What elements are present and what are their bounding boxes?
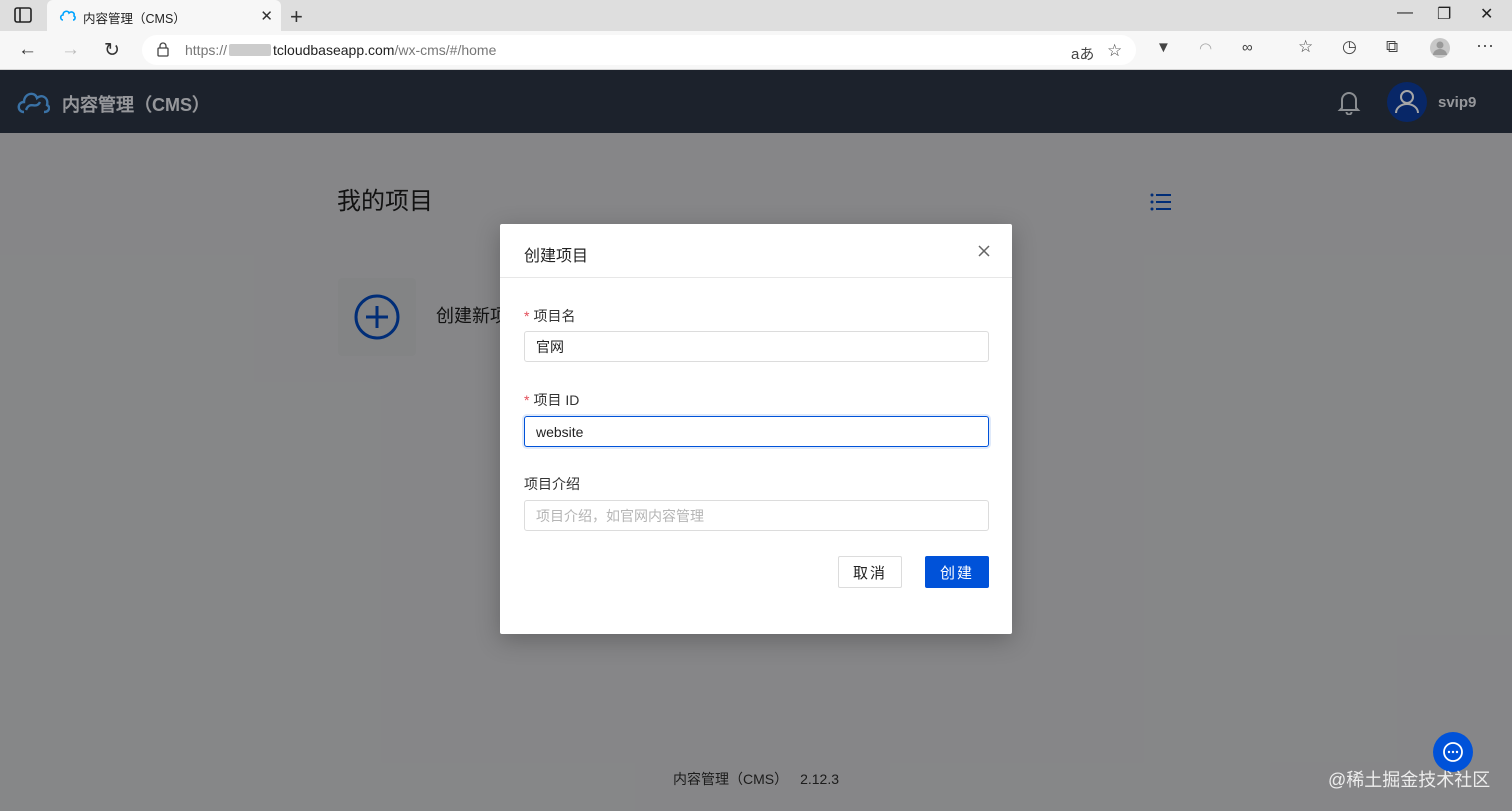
profile-icon[interactable] — [1429, 37, 1451, 63]
extension-glasses-icon[interactable]: ∞ — [1242, 39, 1253, 56]
project-id-input[interactable] — [524, 416, 989, 447]
extension-v-icon[interactable]: ▼ — [1156, 39, 1171, 56]
favorites-icon[interactable]: ☆ — [1298, 37, 1313, 57]
url-text: https://tcloudbaseapp.com/wx-cms/#/home — [185, 42, 497, 58]
restore-icon[interactable]: ❐ — [1437, 4, 1451, 24]
back-icon[interactable]: ← — [18, 39, 37, 61]
project-id-label: * 项目 ID — [524, 392, 580, 408]
browser-tab[interactable]: 内容管理（CMS） ✕ — [47, 0, 281, 31]
project-description-label: 项目介绍 — [524, 476, 580, 492]
cloud-favicon-icon — [59, 10, 76, 21]
close-window-icon[interactable]: ✕ — [1480, 4, 1493, 24]
close-tab-icon[interactable]: ✕ — [260, 7, 273, 25]
address-bar[interactable]: https://tcloudbaseapp.com/wx-cms/#/home … — [142, 35, 1136, 65]
tab-title: 内容管理（CMS） — [83, 12, 186, 26]
collections-icon[interactable]: ⧉ — [1386, 37, 1398, 57]
browser-tabstrip: 内容管理（CMS） ✕ + — ❐ ✕ — [0, 0, 1512, 31]
extension-arc-icon[interactable]: ◠ — [1199, 39, 1212, 57]
lock-icon — [157, 42, 169, 57]
new-tab-icon[interactable]: + — [290, 4, 303, 30]
dialog-header: 创建项目 — [500, 224, 1012, 278]
create-project-dialog: 创建项目 *项目名 *项目 ID 项目介绍 取消 创建 — [500, 224, 1012, 634]
history-icon[interactable]: ◷ — [1342, 37, 1357, 57]
dialog-title: 创建项目 — [524, 248, 589, 265]
close-icon[interactable] — [976, 243, 992, 259]
add-favorite-icon[interactable]: ☆ — [1107, 41, 1122, 61]
reload-icon[interactable]: ↻ — [104, 39, 120, 62]
required-mark: * — [524, 392, 530, 408]
create-button[interactable]: 创建 — [925, 556, 989, 588]
watermark: @稀土掘金技术社区 — [1328, 770, 1491, 790]
minimize-icon[interactable]: — — [1397, 4, 1413, 22]
project-name-label: * 项目名 — [524, 308, 576, 324]
modal-overlay-header — [0, 70, 1512, 133]
browser-toolbar: ← → ↻ https://tcloudbaseapp.com/wx-cms/#… — [0, 31, 1512, 70]
required-mark: * — [524, 308, 530, 324]
forward-icon[interactable]: → — [61, 39, 80, 61]
project-description-input[interactable] — [524, 500, 989, 531]
read-aloud-icon[interactable]: aあ — [1071, 43, 1094, 64]
sidebar-toggle-icon[interactable] — [14, 7, 32, 23]
cancel-button[interactable]: 取消 — [838, 556, 902, 588]
more-menu-icon[interactable]: ··· — [1476, 35, 1494, 56]
project-name-input[interactable] — [524, 331, 989, 362]
